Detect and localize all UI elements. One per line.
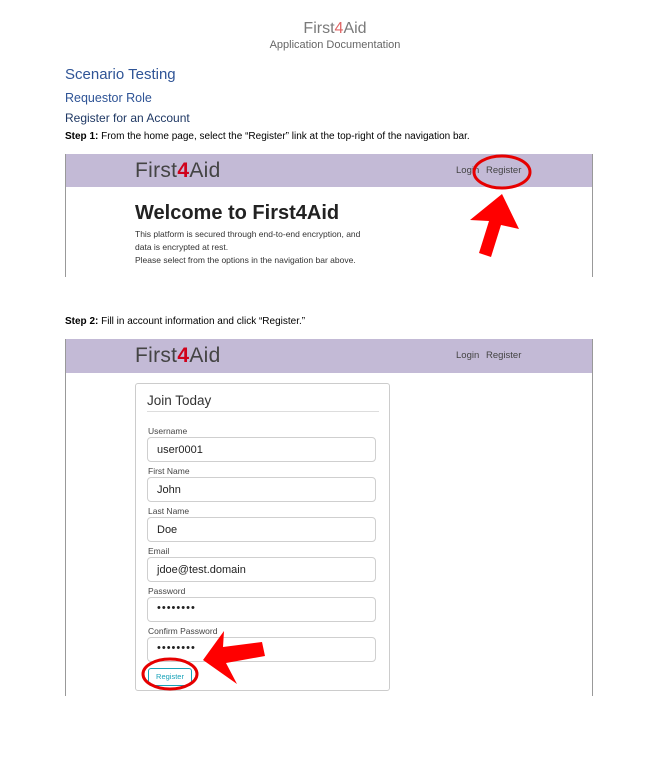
form-title: Join Today: [147, 393, 212, 408]
document-subtitle: Application Documentation: [269, 39, 401, 51]
registration-card: Join Today Username user0001 First Name …: [135, 383, 390, 691]
step-1-label: Step 1:: [65, 131, 99, 142]
heading-requestor-role: Requestor Role: [65, 91, 152, 105]
nav-login-link[interactable]: Login: [456, 165, 479, 176]
confirm-password-label: Confirm Password: [148, 626, 218, 636]
document-title: First4Aid: [0, 20, 670, 38]
nav-login-link[interactable]: Login: [456, 350, 479, 361]
document-title-first: First: [303, 20, 335, 37]
app-brand-logo[interactable]: First4Aid: [135, 159, 221, 183]
welcome-heading: Welcome to First4Aid: [135, 202, 340, 224]
username-value: user0001: [157, 444, 203, 456]
first-name-label: First Name: [148, 466, 190, 476]
nav-register-link[interactable]: Register: [486, 350, 521, 361]
last-name-label: Last Name: [148, 506, 190, 516]
brand-four: 4: [177, 344, 190, 367]
screenshot-home-page: First4Aid Login Register Welcome to Firs…: [65, 154, 593, 277]
app-brand-logo[interactable]: First4Aid: [135, 344, 221, 368]
step-1-description: From the home page, select the “Register…: [98, 131, 470, 142]
heading-scenario-testing: Scenario Testing: [65, 66, 176, 83]
nav-register-link[interactable]: Register: [486, 165, 521, 176]
email-value: jdoe@test.domain: [157, 564, 246, 576]
brand-four: 4: [177, 159, 190, 182]
email-label: Email: [148, 546, 170, 556]
username-input[interactable]: user0001: [147, 437, 376, 462]
intro-line: This platform is secured through end-to-…: [135, 229, 361, 239]
heading-register-account: Register for an Account: [65, 111, 190, 125]
confirm-password-value: ••••••••: [157, 642, 196, 654]
brand-aid: Aid: [189, 344, 221, 367]
password-input[interactable]: ••••••••: [147, 597, 376, 622]
username-label: Username: [148, 426, 188, 436]
brand-first: First: [135, 344, 178, 367]
brand-first: First: [135, 159, 178, 182]
divider: [147, 411, 379, 412]
password-value: ••••••••: [157, 602, 196, 614]
step-2-text: Step 2: Fill in account information and …: [65, 316, 305, 327]
step-2-description: Fill in account information and click “R…: [98, 316, 306, 327]
first-name-value: John: [157, 484, 181, 496]
register-submit-button[interactable]: Register: [148, 668, 192, 686]
confirm-password-input[interactable]: ••••••••: [147, 637, 376, 662]
navbar: First4Aid Login Register: [66, 154, 592, 187]
screenshot-register-form: First4Aid Login Register Join Today User…: [65, 339, 593, 696]
email-input[interactable]: jdoe@test.domain: [147, 557, 376, 582]
brand-aid: Aid: [189, 159, 221, 182]
last-name-input[interactable]: Doe: [147, 517, 376, 542]
intro-line: data is encrypted at rest.: [135, 242, 229, 252]
navbar: First4Aid Login Register: [66, 339, 592, 373]
first-name-input[interactable]: John: [147, 477, 376, 502]
password-label: Password: [148, 586, 186, 596]
document-title-aid: Aid: [343, 20, 367, 37]
step-2-label: Step 2:: [65, 316, 99, 327]
intro-line: Please select from the options in the na…: [135, 255, 356, 265]
step-1-text: Step 1: From the home page, select the “…: [65, 131, 470, 142]
last-name-value: Doe: [157, 524, 178, 536]
